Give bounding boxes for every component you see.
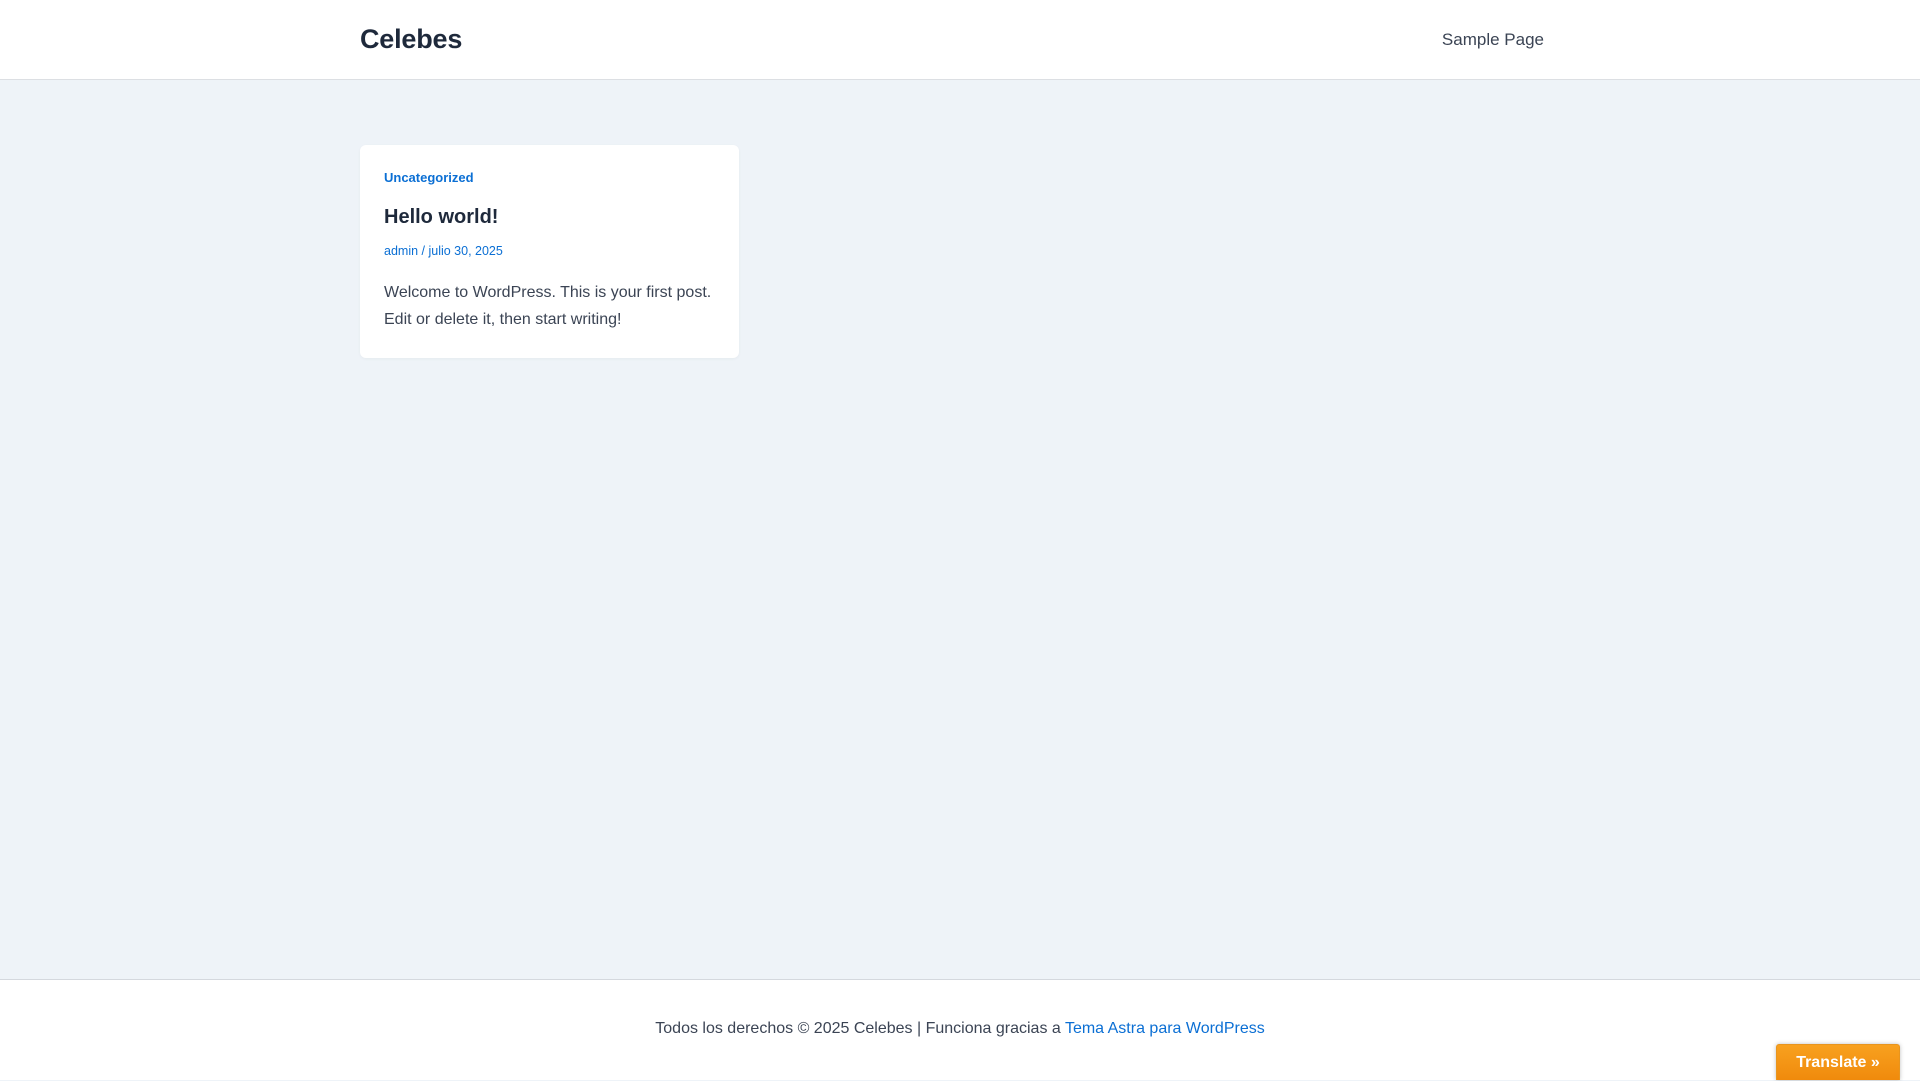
footer-copyright: Todos los derechos © 2025 Celebes | Func… — [0, 1018, 1920, 1040]
copyright-text: Todos los derechos © 2025 Celebes | Func… — [655, 1020, 1065, 1037]
translate-button[interactable]: Translate » — [1776, 1044, 1900, 1080]
nav-item-sample-page[interactable]: Sample Page — [1442, 30, 1544, 49]
post-date-link[interactable]: julio 30, 2025 — [428, 244, 502, 258]
content-area: Uncategorized Hello world! admin / julio… — [0, 81, 1920, 979]
theme-credit-link[interactable]: Tema Astra para WordPress — [1065, 1020, 1265, 1037]
site-header: Celebes Sample Page — [0, 0, 1920, 80]
post-excerpt: Welcome to WordPress. This is your first… — [384, 279, 715, 333]
site-footer: Todos los derechos © 2025 Celebes | Func… — [0, 979, 1920, 1080]
site-title-link[interactable]: Celebes — [360, 22, 462, 56]
meta-separator: / — [418, 244, 428, 258]
main-navigation: Sample Page — [1442, 28, 1544, 52]
post-category-link[interactable]: Uncategorized — [384, 170, 715, 186]
post-author-link[interactable]: admin — [384, 244, 418, 258]
post-meta: admin / julio 30, 2025 — [384, 243, 715, 259]
post-card: Uncategorized Hello world! admin / julio… — [360, 145, 739, 358]
post-title-link[interactable]: Hello world! — [384, 205, 715, 229]
